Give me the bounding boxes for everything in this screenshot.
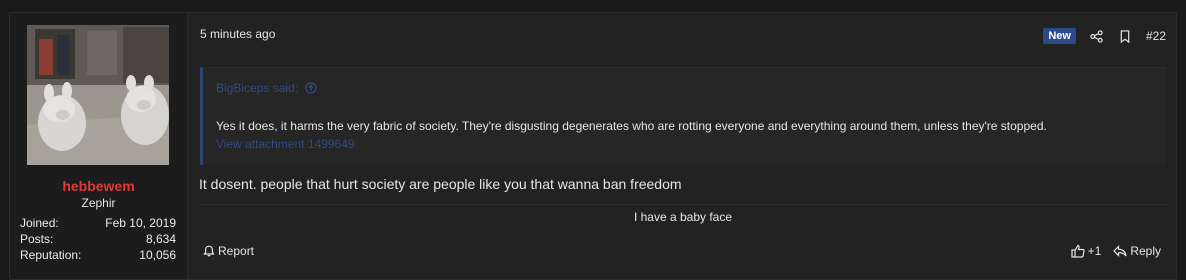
avatar-image — [27, 25, 169, 165]
reaction-count: +1 — [1087, 244, 1102, 258]
stat-label: Reputation: — [20, 248, 82, 262]
post-header: 5 minutes ago New #22 — [200, 26, 1166, 46]
post-content: It dosent. people that hurt society are … — [199, 176, 682, 192]
report-icon — [202, 244, 216, 258]
report-label: Report — [218, 244, 255, 258]
share-icon[interactable] — [1090, 29, 1104, 43]
user-title: Zephir — [81, 196, 116, 210]
stat-reputation: Reputation: 10,056 — [20, 247, 176, 263]
avatar[interactable] — [27, 25, 169, 165]
post-footer: Report +1 Reply — [200, 244, 1166, 260]
reply-label: Reply — [1130, 244, 1161, 258]
attachment-link[interactable]: View attachment 1499649 — [216, 137, 355, 151]
stat-label: Posts: — [20, 232, 54, 246]
stat-joined: Joined: Feb 10, 2019 — [20, 215, 176, 231]
quote-author[interactable]: BigBiceps said: — [216, 81, 298, 95]
reply-button[interactable]: Reply — [1113, 244, 1161, 258]
stat-posts: Posts: 8,634 — [20, 231, 176, 247]
signature: I have a baby face — [633, 210, 733, 224]
stat-value[interactable]: 8,634 — [146, 231, 176, 247]
reply-icon — [1113, 244, 1127, 258]
signature-divider — [200, 204, 1166, 205]
stat-value: Feb 10, 2019 — [105, 216, 176, 230]
like-button[interactable]: +1 — [1071, 244, 1102, 258]
thumbs-up-icon — [1071, 244, 1085, 258]
stat-label: Joined: — [20, 216, 59, 230]
quote-block: BigBiceps said: Yes it does, it harms th… — [200, 67, 1166, 165]
post-time[interactable]: 5 minutes ago — [200, 27, 275, 41]
quote-text: Yes it does, it harms the very fabric of… — [216, 119, 1047, 133]
post-header-actions: New #22 — [1043, 26, 1166, 46]
user-cell: hebbewem Zephir Joined: Feb 10, 2019 Pos… — [10, 13, 188, 279]
new-badge: New — [1043, 28, 1076, 44]
post-main: 5 minutes ago New #22 BigBiceps said: Ye… — [188, 13, 1178, 279]
quote-arrow-icon[interactable] — [304, 81, 318, 95]
user-stats: Joined: Feb 10, 2019 Posts: 8,634 Reputa… — [20, 215, 176, 263]
report-button[interactable]: Report — [202, 244, 254, 258]
username[interactable]: hebbewem — [10, 178, 187, 194]
bookmark-icon[interactable] — [1118, 29, 1132, 43]
stat-value: 10,056 — [139, 248, 176, 262]
footer-actions: +1 Reply — [1071, 244, 1161, 258]
quote-header[interactable]: BigBiceps said: — [216, 81, 318, 95]
forum-post: hebbewem Zephir Joined: Feb 10, 2019 Pos… — [9, 12, 1177, 280]
post-number[interactable]: #22 — [1146, 29, 1166, 43]
